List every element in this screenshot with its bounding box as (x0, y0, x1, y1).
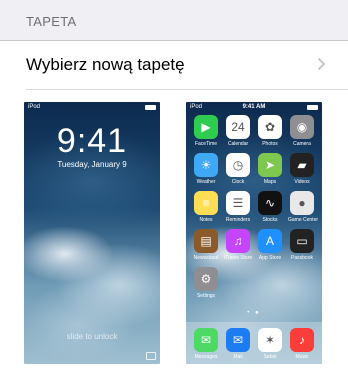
reminders-icon: ☰ (226, 191, 250, 215)
app-label: FaceTime (194, 141, 218, 147)
app-mail[interactable]: ✉ Mail (224, 328, 252, 360)
app-label: Camera (293, 141, 311, 147)
app-stocks[interactable]: ∿ Stocks (256, 191, 284, 223)
app-maps[interactable]: ➤ Maps (256, 153, 284, 185)
camera-icon (146, 352, 156, 360)
app-label: Music (295, 354, 309, 360)
music-icon: ♪ (290, 328, 314, 352)
app-calendar[interactable]: 24 Calendar (224, 115, 252, 147)
app-reminders[interactable]: ☰ Reminders (224, 191, 252, 223)
app-app-store[interactable]: A App Store (256, 229, 284, 261)
app-label: Weather (196, 179, 216, 185)
app-label: Settings (196, 293, 216, 299)
app-label: Videos (294, 179, 310, 185)
lock-screen-preview[interactable]: iPod 9:41 Tuesday, January 9 slide to un… (24, 102, 160, 364)
app-game-center[interactable]: ● Game Center (288, 191, 319, 223)
photos-icon: ✿ (258, 115, 282, 139)
app-settings[interactable]: ⚙ Settings (192, 267, 220, 299)
mail-icon: ✉ (226, 328, 250, 352)
app-label: Calendar (227, 141, 249, 147)
settings-icon: ⚙ (194, 267, 218, 291)
app-itunes-store[interactable]: ♫ iTunes Store (224, 229, 252, 261)
passbook-icon: ▭ (290, 229, 314, 253)
home-status-bar: iPod 9:41 AM (186, 102, 322, 113)
home-time: 9:41 AM (242, 104, 266, 110)
videos-icon: ▰ (290, 153, 314, 177)
app-label: Messages (194, 354, 218, 360)
app-passbook[interactable]: ▭ Passbook (288, 229, 316, 261)
app-newsstand[interactable]: ▤ Newsstand (192, 229, 220, 261)
app-label: Reminders (225, 217, 251, 223)
itunes-store-icon: ♫ (226, 229, 250, 253)
chevron-right-icon (317, 57, 326, 71)
app-clock[interactable]: ◷ Clock (224, 153, 252, 185)
game-center-icon: ● (290, 191, 314, 215)
facetime-icon: ▶ (194, 115, 218, 139)
app-safari[interactable]: ✶ Safari (256, 328, 284, 360)
wallpaper-group: Wybierz nową tapetę iPod 9:41 Tuesday, J… (0, 40, 348, 368)
app-label: App Store (258, 255, 282, 261)
app-label: Stocks (262, 217, 278, 223)
app-label: Photos (262, 141, 278, 147)
app-notes[interactable]: ≡ Notes (192, 191, 220, 223)
app-label: iTunes Store (224, 255, 253, 261)
app-messages[interactable]: ✉ Messages (192, 328, 220, 360)
app-label: Passbook (291, 255, 313, 261)
section-header-label: TAPETA (26, 14, 77, 29)
maps-icon: ➤ (258, 153, 282, 177)
app-music[interactable]: ♪ Music (288, 328, 316, 360)
page-indicator: • ● (247, 310, 261, 316)
battery-icon (307, 105, 318, 110)
lock-carrier: iPod (28, 104, 41, 110)
app-videos[interactable]: ▰ Videos (288, 153, 316, 185)
slide-to-unlock: slide to unlock (66, 332, 118, 341)
lock-status-bar: iPod (24, 102, 160, 113)
row-divider (26, 89, 348, 90)
weather-icon: ☀ (194, 153, 218, 177)
choose-wallpaper-label: Wybierz nową tapetę (26, 55, 185, 74)
dock: ✉ Messages ✉ Mail ✶ Safari ♪ Music (186, 322, 322, 364)
app-photos[interactable]: ✿ Photos (256, 115, 284, 147)
app-camera[interactable]: ◉ Camera (288, 115, 316, 147)
messages-icon: ✉ (194, 328, 218, 352)
camera-icon: ◉ (290, 115, 314, 139)
clock-icon: ◷ (226, 153, 250, 177)
app-label: Game Center (288, 217, 319, 223)
lock-time: 9:41 (56, 122, 128, 160)
newsstand-icon: ▤ (194, 229, 218, 253)
app-label: Mail (233, 354, 243, 360)
section-header: TAPETA (0, 0, 348, 40)
app-facetime[interactable]: ▶ FaceTime (192, 115, 220, 147)
battery-icon (145, 105, 156, 110)
home-screen-preview[interactable]: iPod 9:41 AM ▶ FaceTime 24 Calendar ✿ Photos ◉… (186, 102, 322, 364)
app-store-icon: A (258, 229, 282, 253)
safari-icon: ✶ (258, 328, 282, 352)
choose-wallpaper-row[interactable]: Wybierz nową tapetę (0, 41, 348, 89)
app-label: Safari (263, 354, 277, 360)
lock-date: Tuesday, January 9 (57, 160, 127, 169)
notes-icon: ≡ (194, 191, 218, 215)
app-weather[interactable]: ☀ Weather (192, 153, 220, 185)
app-label: Newsstand (193, 255, 219, 261)
app-label: Maps (263, 179, 277, 185)
app-label: Clock (231, 179, 245, 185)
calendar-icon: 24 (226, 115, 250, 139)
stocks-icon: ∿ (258, 191, 282, 215)
app-label: Notes (199, 217, 213, 223)
